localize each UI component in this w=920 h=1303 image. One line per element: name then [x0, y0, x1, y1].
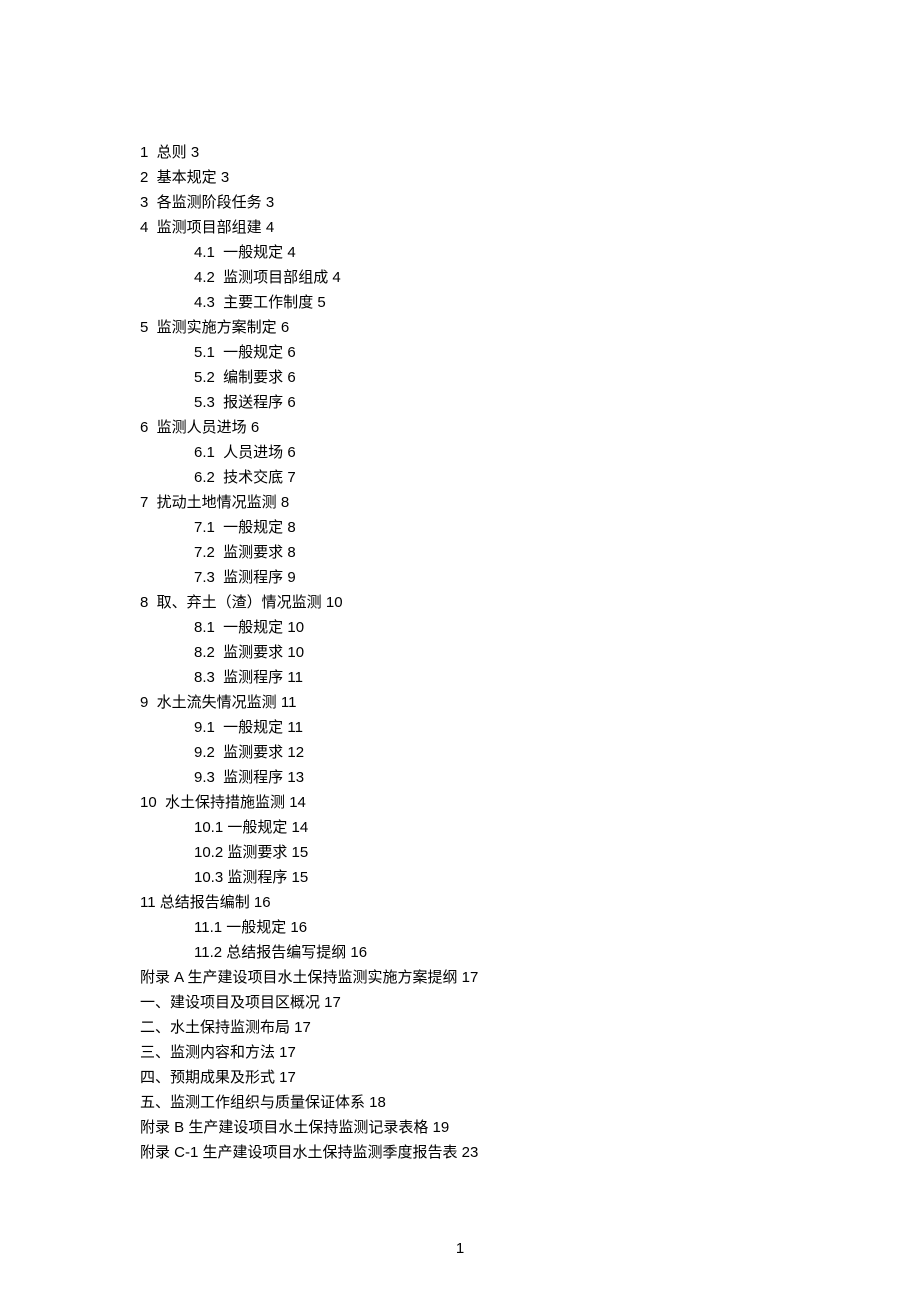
toc-entry: 附录 A 生产建设项目水土保持监测实施方案提纲 17 — [140, 965, 780, 990]
toc-entry: 10.2 监测要求 15 — [140, 840, 780, 865]
toc-entry: 附录 B 生产建设项目水土保持监测记录表格 19 — [140, 1115, 780, 1140]
toc-entry: 10.1 一般规定 14 — [140, 815, 780, 840]
toc-entry: 5.2 编制要求 6 — [140, 365, 780, 390]
toc-entry: 6 监测人员进场 6 — [140, 415, 780, 440]
toc-entry: 8.1 一般规定 10 — [140, 615, 780, 640]
toc-entry: 9.2 监测要求 12 — [140, 740, 780, 765]
toc-entry: 11 总结报告编制 16 — [140, 890, 780, 915]
toc-entry: 四、预期成果及形式 17 — [140, 1065, 780, 1090]
toc-entry: 5.1 一般规定 6 — [140, 340, 780, 365]
toc-entry: 8 取、弃土（渣）情况监测 10 — [140, 590, 780, 615]
toc-entry: 5 监测实施方案制定 6 — [140, 315, 780, 340]
toc-entry: 7 扰动土地情况监测 8 — [140, 490, 780, 515]
toc-entry: 10 水土保持措施监测 14 — [140, 790, 780, 815]
page-number: 1 — [0, 1240, 920, 1257]
toc-entry: 8.2 监测要求 10 — [140, 640, 780, 665]
toc-entry: 1 总则 3 — [140, 140, 780, 165]
toc-entry: 4.3 主要工作制度 5 — [140, 290, 780, 315]
toc-entry: 2 基本规定 3 — [140, 165, 780, 190]
toc-entry: 6.2 技术交底 7 — [140, 465, 780, 490]
toc-entry: 二、水土保持监测布局 17 — [140, 1015, 780, 1040]
toc-entry: 11.2 总结报告编写提纲 16 — [140, 940, 780, 965]
toc-entry: 11.1 一般规定 16 — [140, 915, 780, 940]
toc-entry: 9 水土流失情况监测 11 — [140, 690, 780, 715]
toc-entry: 4.2 监测项目部组成 4 — [140, 265, 780, 290]
toc-container: 1 总则 32 基本规定 33 各监测阶段任务 34 监测项目部组建 44.1 … — [140, 140, 780, 1165]
toc-entry: 7.2 监测要求 8 — [140, 540, 780, 565]
toc-entry: 3 各监测阶段任务 3 — [140, 190, 780, 215]
toc-entry: 附录 C-1 生产建设项目水土保持监测季度报告表 23 — [140, 1140, 780, 1165]
toc-entry: 7.1 一般规定 8 — [140, 515, 780, 540]
toc-entry: 五、监测工作组织与质量保证体系 18 — [140, 1090, 780, 1115]
toc-entry: 10.3 监测程序 15 — [140, 865, 780, 890]
toc-entry: 三、监测内容和方法 17 — [140, 1040, 780, 1065]
toc-entry: 7.3 监测程序 9 — [140, 565, 780, 590]
toc-entry: 4 监测项目部组建 4 — [140, 215, 780, 240]
toc-entry: 4.1 一般规定 4 — [140, 240, 780, 265]
toc-entry: 8.3 监测程序 11 — [140, 665, 780, 690]
toc-entry: 9.1 一般规定 11 — [140, 715, 780, 740]
toc-entry: 一、建设项目及项目区概况 17 — [140, 990, 780, 1015]
toc-entry: 6.1 人员进场 6 — [140, 440, 780, 465]
toc-entry: 5.3 报送程序 6 — [140, 390, 780, 415]
toc-entry: 9.3 监测程序 13 — [140, 765, 780, 790]
